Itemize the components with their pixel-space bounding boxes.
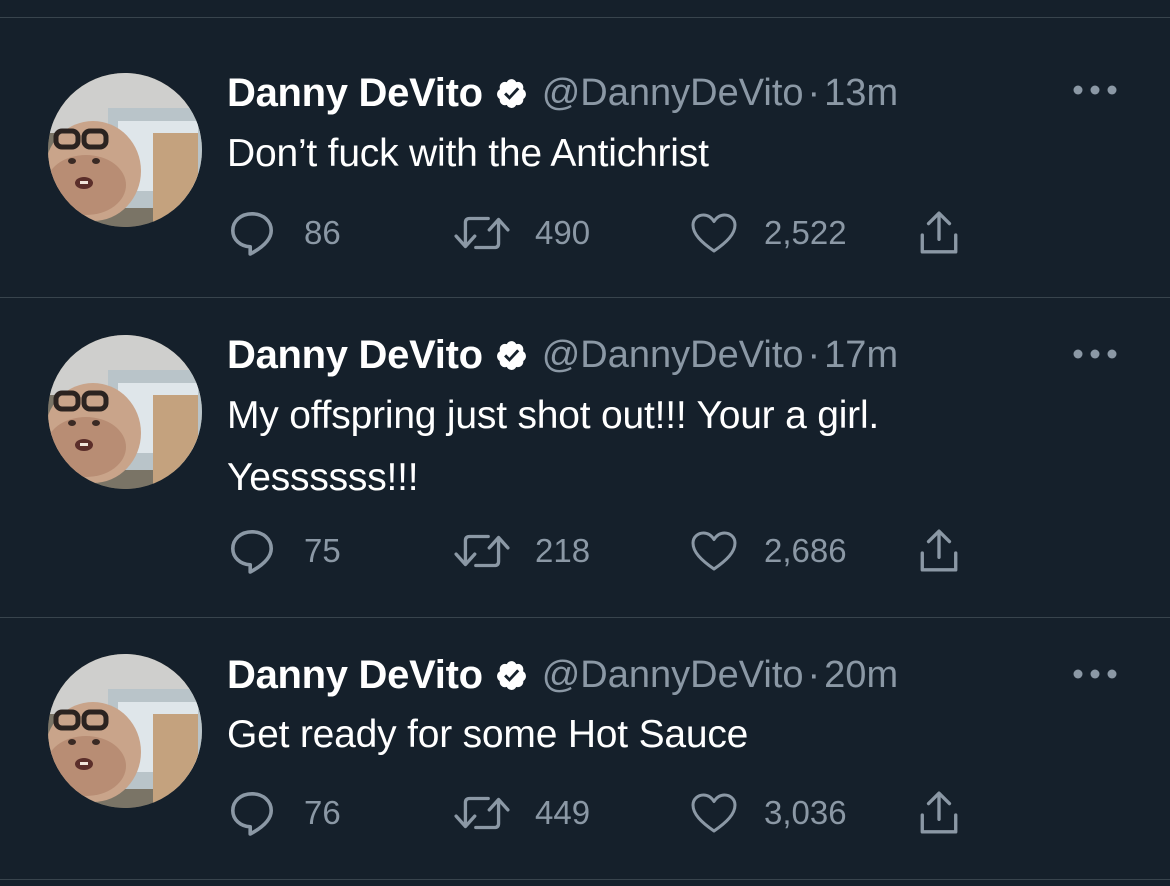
heart-icon — [690, 792, 738, 834]
tweet-text-line: Don’t fuck with the Antichrist — [227, 132, 709, 175]
retweet-count: 218 — [535, 532, 591, 569]
retweet-icon — [453, 212, 511, 254]
author-handle[interactable]: @DannyDeVito — [542, 334, 804, 377]
tweet-text: Get ready for some Hot Sauce — [227, 704, 1127, 766]
like-count: 2,686 — [764, 532, 847, 569]
retweet-button[interactable]: 449 — [453, 788, 590, 838]
speech-bubble-icon — [228, 789, 276, 837]
bottom-divider — [0, 879, 1170, 880]
avatar[interactable] — [48, 654, 202, 808]
reply-button[interactable]: 76 — [228, 788, 341, 838]
retweet-icon — [453, 792, 511, 834]
timestamp[interactable]: 17m — [824, 334, 898, 377]
author-handle[interactable]: @DannyDeVito — [542, 654, 804, 697]
like-button[interactable]: 3,036 — [690, 788, 847, 838]
tweet-text-line: My offspring just shot out!!! Your a gir… — [227, 394, 880, 437]
timestamp[interactable]: 20m — [824, 654, 898, 697]
tweet-text: Don’t fuck with the Antichrist — [227, 123, 1127, 185]
author-name[interactable]: Danny DeVito — [227, 71, 483, 116]
avatar[interactable] — [48, 73, 202, 227]
speech-bubble-icon — [228, 209, 276, 257]
retweet-count: 490 — [535, 214, 591, 251]
tweet-text-line: Get ready for some Hot Sauce — [227, 713, 749, 756]
share-icon — [918, 790, 960, 836]
share-button[interactable] — [918, 788, 960, 838]
separator-dot: · — [807, 653, 821, 696]
verified-badge-icon — [495, 77, 528, 110]
retweet-count: 449 — [535, 794, 591, 831]
tweet-text: My offspring just shot out!!! Your a gir… — [227, 385, 1127, 509]
like-count: 3,036 — [764, 794, 847, 831]
separator-dot: · — [807, 71, 821, 114]
author-name[interactable]: Danny DeVito — [227, 653, 483, 698]
avatar[interactable] — [48, 335, 202, 489]
reply-button[interactable]: 75 — [228, 526, 341, 576]
speech-bubble-icon — [228, 527, 276, 575]
reply-count: 86 — [304, 214, 341, 251]
retweet-button[interactable]: 490 — [453, 208, 590, 258]
share-button[interactable] — [918, 208, 960, 258]
tweet-actions: 86 490 2,522 — [228, 208, 988, 258]
tweet[interactable]: Danny DeVito @DannyDeVito · 13m Don’t fu… — [0, 18, 1170, 298]
tweet-actions: 76 449 3,036 — [228, 788, 988, 838]
share-icon — [918, 210, 960, 256]
heart-icon — [690, 530, 738, 572]
verified-badge-icon — [495, 339, 528, 372]
author-handle[interactable]: @DannyDeVito — [542, 72, 804, 115]
tweet-header: Danny DeVito @DannyDeVito · 17m — [227, 330, 898, 380]
more-dots-icon[interactable] — [1072, 344, 1118, 364]
more-dots-icon[interactable] — [1072, 664, 1118, 684]
separator-dot: · — [807, 333, 821, 376]
reply-count: 75 — [304, 532, 341, 569]
retweet-button[interactable]: 218 — [453, 526, 590, 576]
heart-icon — [690, 212, 738, 254]
tweet-text-line: Yessssss!!! — [227, 456, 419, 499]
verified-badge-icon — [495, 659, 528, 692]
tweet-header: Danny DeVito @DannyDeVito · 13m — [227, 68, 898, 118]
timestamp[interactable]: 13m — [824, 72, 898, 115]
tweet[interactable]: Danny DeVito @DannyDeVito · 17m My offsp… — [0, 298, 1170, 618]
share-button[interactable] — [918, 526, 960, 576]
retweet-icon — [453, 530, 511, 572]
tweet-header: Danny DeVito @DannyDeVito · 20m — [227, 650, 898, 700]
more-dots-icon[interactable] — [1072, 80, 1118, 100]
like-button[interactable]: 2,522 — [690, 208, 847, 258]
like-button[interactable]: 2,686 — [690, 526, 847, 576]
tweet-actions: 75 218 2,686 — [228, 526, 988, 576]
author-name[interactable]: Danny DeVito — [227, 333, 483, 378]
share-icon — [918, 528, 960, 574]
reply-button[interactable]: 86 — [228, 208, 341, 258]
reply-count: 76 — [304, 794, 341, 831]
like-count: 2,522 — [764, 214, 847, 251]
tweet[interactable]: Danny DeVito @DannyDeVito · 20m Get read… — [0, 618, 1170, 880]
